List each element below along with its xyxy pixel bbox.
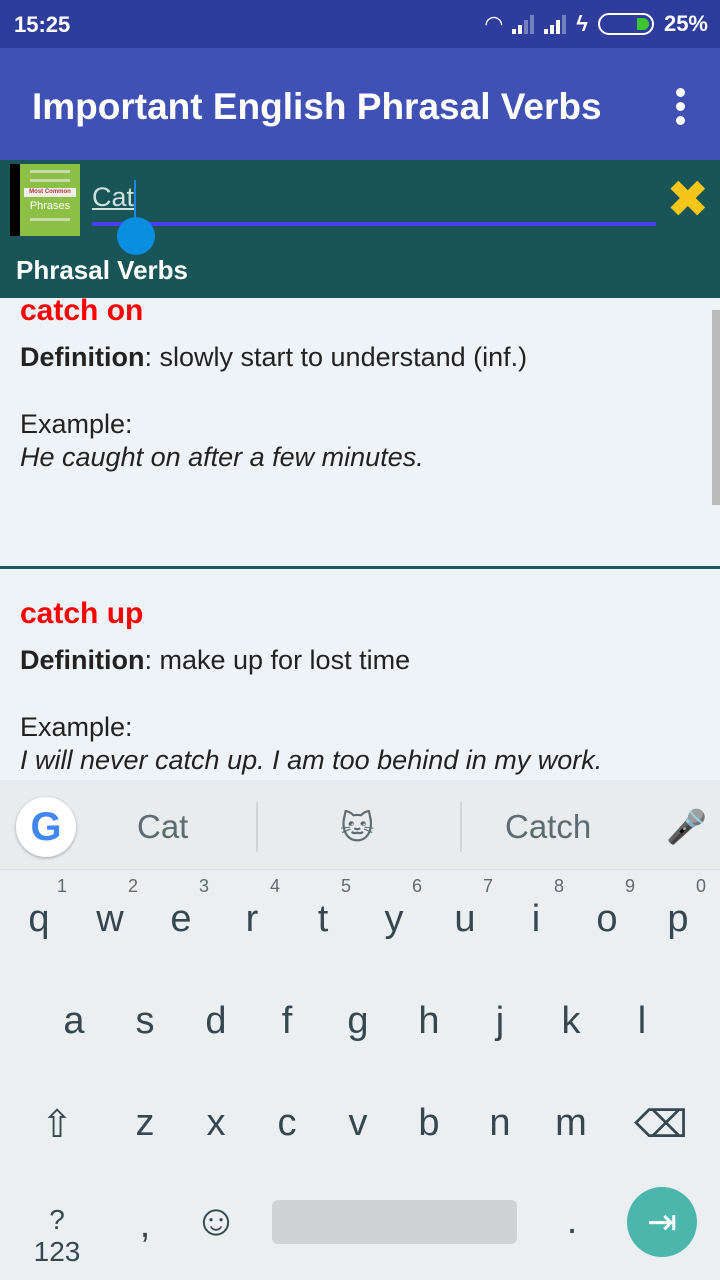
key-f[interactable]: f: [257, 1000, 317, 1043]
cursor-handle[interactable]: [117, 217, 155, 255]
symbols-key[interactable]: ?123: [27, 1204, 87, 1268]
example-text: I will never catch up. I am too behind i…: [20, 745, 603, 775]
suggestion[interactable]: Cat: [137, 808, 188, 846]
input-underline: [92, 222, 656, 226]
key-y[interactable]: y6: [364, 876, 424, 941]
suggestion-emoji[interactable]: 🐱: [340, 808, 374, 847]
charging-icon: ϟ: [576, 11, 588, 36]
key-i[interactable]: i8: [506, 876, 566, 941]
key-s[interactable]: s: [115, 1000, 175, 1043]
clock: 15:25: [14, 12, 71, 37]
key-o[interactable]: o9: [577, 876, 637, 941]
category-label: Phrasal Verbs: [16, 255, 188, 285]
suggestion-strip: G Cat 🐱 Catch 🎤: [0, 780, 720, 870]
key-v[interactable]: v: [328, 1102, 388, 1145]
key-d[interactable]: d: [186, 1000, 246, 1043]
space-bar[interactable]: [272, 1200, 517, 1244]
key-u[interactable]: u7: [435, 876, 495, 941]
list-item[interactable]: catch up Definition: make up for lost ti…: [0, 597, 712, 776]
key-b[interactable]: b: [399, 1102, 459, 1145]
key-n[interactable]: n: [470, 1102, 530, 1145]
list-item[interactable]: catch on Definition: slowly start to und…: [0, 294, 712, 473]
key-h[interactable]: h: [399, 1000, 459, 1043]
battery-icon: [597, 13, 654, 35]
key-t[interactable]: t5: [293, 876, 353, 941]
key-c[interactable]: c: [257, 1102, 317, 1145]
app-logo: Most Common Phrases: [10, 164, 80, 236]
definition-text: : slowly start to understand (inf.): [144, 342, 528, 372]
key-r[interactable]: r4: [222, 876, 282, 941]
key-l[interactable]: l: [612, 1000, 672, 1043]
definition-label: Definition: [20, 342, 145, 372]
shift-icon[interactable]: ⇧: [27, 1102, 87, 1147]
signal-icon-2: [544, 14, 567, 34]
key-comma[interactable]: ,: [115, 1204, 175, 1247]
enter-icon[interactable]: ⇥: [627, 1187, 697, 1257]
key-m[interactable]: m: [541, 1102, 601, 1145]
key-a[interactable]: a: [44, 1000, 104, 1043]
divider: [0, 566, 720, 569]
close-icon[interactable]: ✖: [666, 174, 710, 226]
suggestion[interactable]: Catch: [505, 808, 591, 846]
phrase-title: catch on: [20, 294, 144, 327]
key-p[interactable]: p0: [648, 876, 708, 941]
key-z[interactable]: z: [115, 1102, 175, 1145]
key-e[interactable]: e3: [151, 876, 211, 941]
search-input[interactable]: Cat: [92, 182, 134, 213]
page-title: Important English Phrasal Verbs: [32, 86, 602, 127]
scrollbar[interactable]: [712, 310, 720, 505]
phrase-title: catch up: [20, 597, 144, 630]
definition-label: Definition: [20, 645, 145, 675]
google-icon[interactable]: G: [16, 797, 76, 857]
battery-percent: 25%: [663, 11, 708, 36]
status-bar: 15:25 ◠ ϟ 25%: [0, 0, 720, 48]
key-g[interactable]: g: [328, 1000, 388, 1043]
emoji-icon[interactable]: ☺: [186, 1196, 246, 1246]
key-x[interactable]: x: [186, 1102, 246, 1145]
definition-text: : make up for lost time: [144, 645, 411, 675]
key-q[interactable]: q1: [9, 876, 69, 941]
example-text: He caught on after a few minutes.: [20, 442, 424, 472]
app-bar: Important English Phrasal Verbs: [0, 48, 720, 160]
key-j[interactable]: j: [470, 1000, 530, 1043]
mic-icon[interactable]: 🎤: [666, 808, 707, 847]
more-options-icon[interactable]: [676, 88, 686, 130]
example-label: Example:: [20, 712, 133, 742]
key-period[interactable]: .: [542, 1200, 602, 1243]
backspace-icon[interactable]: ⌫: [631, 1102, 691, 1147]
example-label: Example:: [20, 409, 133, 439]
wifi-icon: ◠: [485, 11, 503, 36]
signal-icon: [512, 14, 535, 34]
key-w[interactable]: w2: [80, 876, 140, 941]
keyboard: G Cat 🐱 Catch 🎤 q1w2e3r4t5y6u7i8o9p0 asdf…: [0, 780, 720, 1280]
key-k[interactable]: k: [541, 1000, 601, 1043]
